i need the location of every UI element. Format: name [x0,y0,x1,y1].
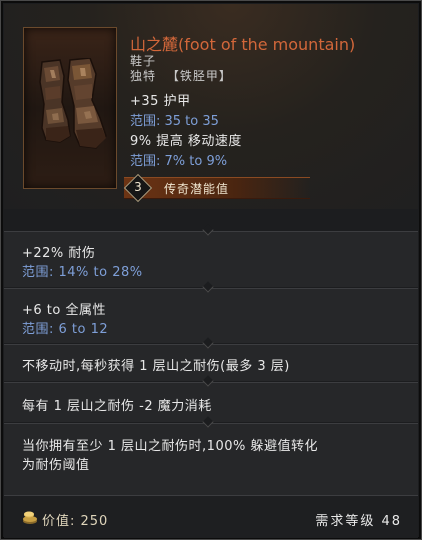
affix-text: 不移动时,每秒获得 1 层山之耐伤(最多 3 层) [22,359,290,374]
item-base-type: 【铁胫甲】 [166,69,232,83]
item-image-frame [23,27,117,189]
affix-section: 当你拥有至少 1 层山之耐伤时,100% 躲避值转化 为耐伤阈值 [4,423,418,495]
item-rarity: 独特 [130,69,157,83]
affix-range: 范围: 14% to 28% [22,265,143,280]
affix-section: 不移动时,每秒获得 1 层山之耐伤(最多 3 层) [4,344,418,381]
legendary-potential-value: 3 [134,180,142,194]
level-requirement: 需求等级 48 [315,514,402,529]
implicit-stat: +35 护甲 [130,94,191,109]
implicit-stat: 9% 提高 移动速度 [130,134,242,149]
tooltip-footer: 价值: 250 需求等级 48 [4,495,418,538]
implicit-range: 范围: 35 to 35 [130,114,219,129]
item-name: 山之麓(foot of the mountain) [130,35,356,54]
item-tooltip: 山之麓(foot of the mountain) 鞋子 独特 【铁胫甲】 +3… [0,0,422,540]
affix-section: +6 to 全属性 范围: 6 to 12 [4,288,418,343]
item-price: 价值: 250 [42,514,109,529]
affix-section: +22% 耐伤 范围: 14% to 28% [4,231,418,287]
affix-text: +6 to 全属性 [22,303,106,318]
item-rarity-line: 独特 【铁胫甲】 [130,67,232,84]
implicit-range: 范围: 7% to 9% [130,154,228,169]
affix-section: 每有 1 层山之耐伤 -2 魔力消耗 [4,382,418,422]
boots-item-icon [39,58,107,149]
affix-range: 范围: 6 to 12 [22,322,109,337]
affix-text-continued: 为耐伤阈值 [22,458,90,473]
affix-text: 当你拥有至少 1 层山之耐伤时,100% 躲避值转化 [22,439,318,454]
legendary-potential-label: 传奇潜能值 [164,182,230,196]
coin-icon [23,511,37,524]
tooltip-header: 山之麓(foot of the mountain) 鞋子 独特 【铁胫甲】 +3… [4,4,418,209]
affix-text: 每有 1 层山之耐伤 -2 魔力消耗 [22,399,212,414]
affix-text: +22% 耐伤 [22,246,96,261]
